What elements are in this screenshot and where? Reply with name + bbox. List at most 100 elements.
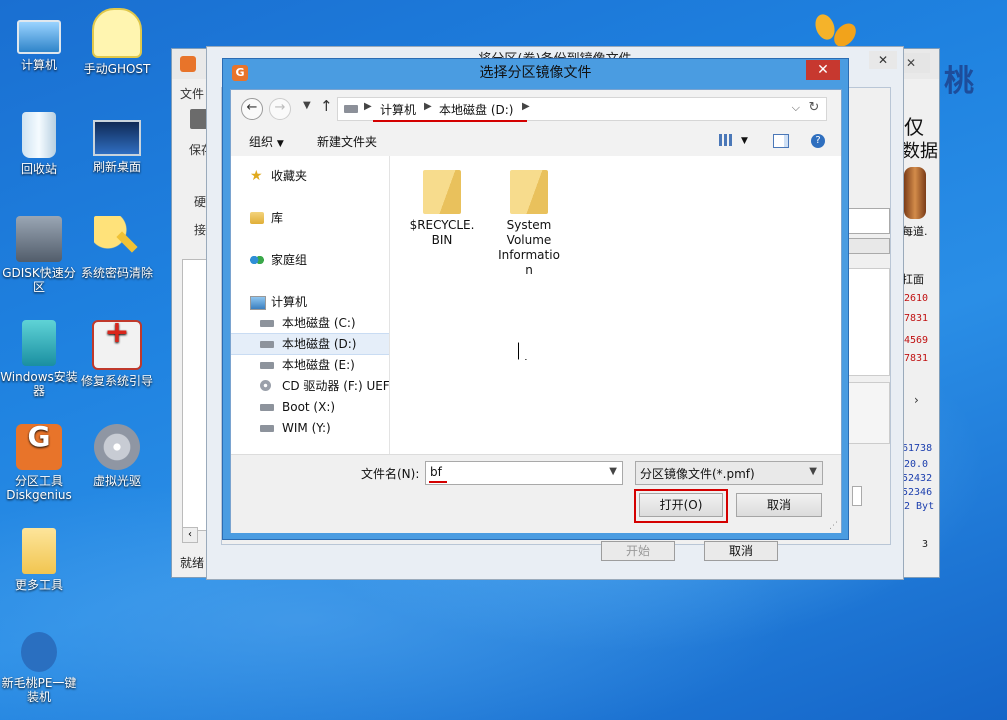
breadcrumb-separator-icon[interactable]: ▶ <box>424 101 432 112</box>
breadcrumb-computer[interactable]: 计算机 <box>380 101 416 118</box>
desktop-icon-ghost[interactable]: 手动GHOST <box>78 8 156 76</box>
help-icon[interactable]: ? <box>811 134 825 148</box>
close-icon[interactable]: ✕ <box>869 51 897 69</box>
drive-icon <box>260 341 274 348</box>
cancel-button[interactable]: 取消 <box>736 493 822 517</box>
dialog-title: 选择分区镜像文件 <box>479 65 592 81</box>
filetype-select[interactable]: 分区镜像文件(*.pmf) ▼ <box>635 461 823 485</box>
nav-bar: ← → ▼ ↑ ▶ 计算机 ▶ 本地磁盘 (D:) ▶ ⌵ ↻ <box>231 90 841 126</box>
brand-text: 桃 <box>944 64 974 99</box>
nav-drive-c[interactable]: 本地磁盘 (C:) <box>231 313 389 333</box>
desktop-icon-label: 计算机 <box>20 58 57 72</box>
breadcrumb-drive-d[interactable]: 本地磁盘 (D:) <box>439 101 513 118</box>
nav-drive-e[interactable]: 本地磁盘 (E:) <box>231 355 389 375</box>
back-arrow-icon[interactable]: ← <box>241 98 263 120</box>
text-field[interactable] <box>848 208 890 234</box>
diskgenius-icon <box>16 424 62 470</box>
red-value: 2610 <box>904 293 929 304</box>
nav-drive-y[interactable]: WIM (Y:) <box>231 418 389 438</box>
breadcrumb-separator-icon[interactable]: ▶ <box>522 101 530 112</box>
file-item-system-volume[interactable]: System Volume Informatio n <box>489 170 569 278</box>
desktop-icon-repair-boot[interactable]: 修复系统引导 <box>78 320 156 388</box>
address-dropdown-icon[interactable]: ⌵ <box>792 101 800 115</box>
desktop-icon-label: 分区工具Diskgenius <box>6 474 72 502</box>
dialog-footer: 文件名(N): bf ▼ 分区镜像文件(*.pmf) ▼ 打开(O) 取消 ⋰ <box>231 454 841 533</box>
scroll-right-button[interactable]: › <box>914 393 919 407</box>
organize-button[interactable]: 组织 ▼ <box>249 133 284 150</box>
desktop-icon-more-tools[interactable]: 更多工具 <box>0 528 78 592</box>
refresh-icon[interactable]: ↻ <box>806 100 822 116</box>
nav-label: 库 <box>271 211 284 225</box>
nav-favorites[interactable]: ★ 收藏夹 <box>231 166 389 186</box>
nav-label: Boot (X:) <box>282 400 336 414</box>
resize-grip-icon[interactable]: ⋰ <box>829 521 838 531</box>
left-label: 接 <box>194 223 207 237</box>
desktop-icon-windows-installer[interactable]: Windows安装器 <box>0 320 78 398</box>
preview-pane-icon[interactable] <box>773 134 789 148</box>
folder-icon <box>510 170 548 214</box>
nav-label: 本地磁盘 (C:) <box>282 316 356 330</box>
close-icon[interactable]: ✕ <box>806 60 840 80</box>
library-icon <box>250 212 264 224</box>
desktop-icon-computer[interactable]: 计算机 <box>0 10 78 72</box>
desktop-icon-label: 刷新桌面 <box>92 160 141 174</box>
desktop-icon-peach-installer[interactable]: 新毛桃PE一键装机 <box>0 632 78 704</box>
desktop-icon-diskgenius[interactable]: 分区工具Diskgenius <box>0 424 78 502</box>
filetype-value: 分区镜像文件(*.pmf) <box>640 467 755 481</box>
input-stub[interactable] <box>852 486 862 506</box>
column-header: 扛面 <box>902 273 924 286</box>
desktop-icon-label: 虚拟光驱 <box>92 474 141 488</box>
desktop-icon-label: 新毛桃PE一键装机 <box>1 676 77 704</box>
file-list: $RECYCLE. BIN System Volume Informatio n <box>390 156 841 454</box>
cancel-button[interactable]: 取消 <box>704 541 778 561</box>
file-name-line: Volume <box>506 233 552 247</box>
desktop-icon-refresh[interactable]: 刷新桌面 <box>78 112 156 174</box>
desktop-icon-password[interactable]: 系统密码清除 <box>78 216 156 280</box>
drive-icon <box>260 320 274 327</box>
address-bar[interactable]: ▶ 计算机 ▶ 本地磁盘 (D:) ▶ ⌵ ↻ <box>337 97 827 121</box>
nav-homegroup[interactable]: 家庭组 <box>231 250 389 270</box>
new-folder-button[interactable]: 新建文件夹 <box>317 133 377 150</box>
up-arrow-icon[interactable]: ↑ <box>320 97 333 115</box>
chevron-down-icon: ▼ <box>809 466 817 477</box>
desktop-icon-label: 回收站 <box>20 162 57 176</box>
desktop-icon-recycle-bin[interactable]: 回收站 <box>0 112 78 176</box>
key-icon <box>94 216 140 262</box>
hex-value: 2 Byt <box>904 501 935 512</box>
menu-file[interactable]: 文件 <box>180 85 204 102</box>
diskgenius-icon <box>180 56 196 72</box>
hex-value: 52346 <box>902 487 933 498</box>
folder-icon <box>423 170 461 214</box>
breadcrumb-separator-icon[interactable]: ▶ <box>364 101 372 112</box>
desktop-icon-label: 手动GHOST <box>83 62 151 76</box>
red-value: 7831 <box>904 353 929 364</box>
chevron-down-icon[interactable]: ▼ <box>741 136 748 146</box>
scroll-left-button[interactable]: ‹ <box>182 527 198 543</box>
nav-drive-d[interactable]: 本地磁盘 (D:) <box>231 333 389 355</box>
nav-drive-f[interactable]: CD 驱动器 (F:) UEFI <box>231 376 389 396</box>
filename-input[interactable]: bf ▼ <box>425 461 623 485</box>
banner-text: 每道. <box>902 225 928 238</box>
desktop-icon-gdisk[interactable]: GDISK快速分区 <box>0 216 78 294</box>
forward-arrow-icon[interactable]: → <box>269 98 291 120</box>
list-pane <box>848 382 890 444</box>
file-item-recycle-bin[interactable]: $RECYCLE. BIN <box>402 170 482 248</box>
virtual-cd-icon <box>94 424 140 470</box>
start-button[interactable]: 开始 <box>601 541 675 561</box>
chevron-down-icon[interactable]: ▼ <box>609 466 617 477</box>
view-options-icon[interactable] <box>719 134 733 146</box>
recycle-bin-icon <box>22 112 56 158</box>
bar <box>848 238 890 254</box>
nav-label: CD 驱动器 (F:) UEFI <box>282 379 389 393</box>
open-button[interactable]: 打开(O) <box>639 493 723 517</box>
hex-value: 20.0 <box>904 459 929 470</box>
nav-computer[interactable]: 计算机 <box>231 292 389 312</box>
nav-label: WIM (Y:) <box>282 421 331 435</box>
desktop-icon-virtual-cd[interactable]: 虚拟光驱 <box>78 424 156 488</box>
recent-dropdown-icon[interactable]: ▼ <box>303 100 311 111</box>
open-file-dialog: G 选择分区镜像文件 ✕ ← → ▼ ↑ ▶ 计算机 ▶ 本地磁盘 (D:) ▶… <box>222 58 849 540</box>
desktop-icon-label: 更多工具 <box>14 578 63 592</box>
nav-drive-x[interactable]: Boot (X:) <box>231 397 389 417</box>
nav-libraries[interactable]: 库 <box>231 208 389 228</box>
dialog-toolbar: 组织 ▼ 新建文件夹 ▼ ? <box>231 126 841 156</box>
